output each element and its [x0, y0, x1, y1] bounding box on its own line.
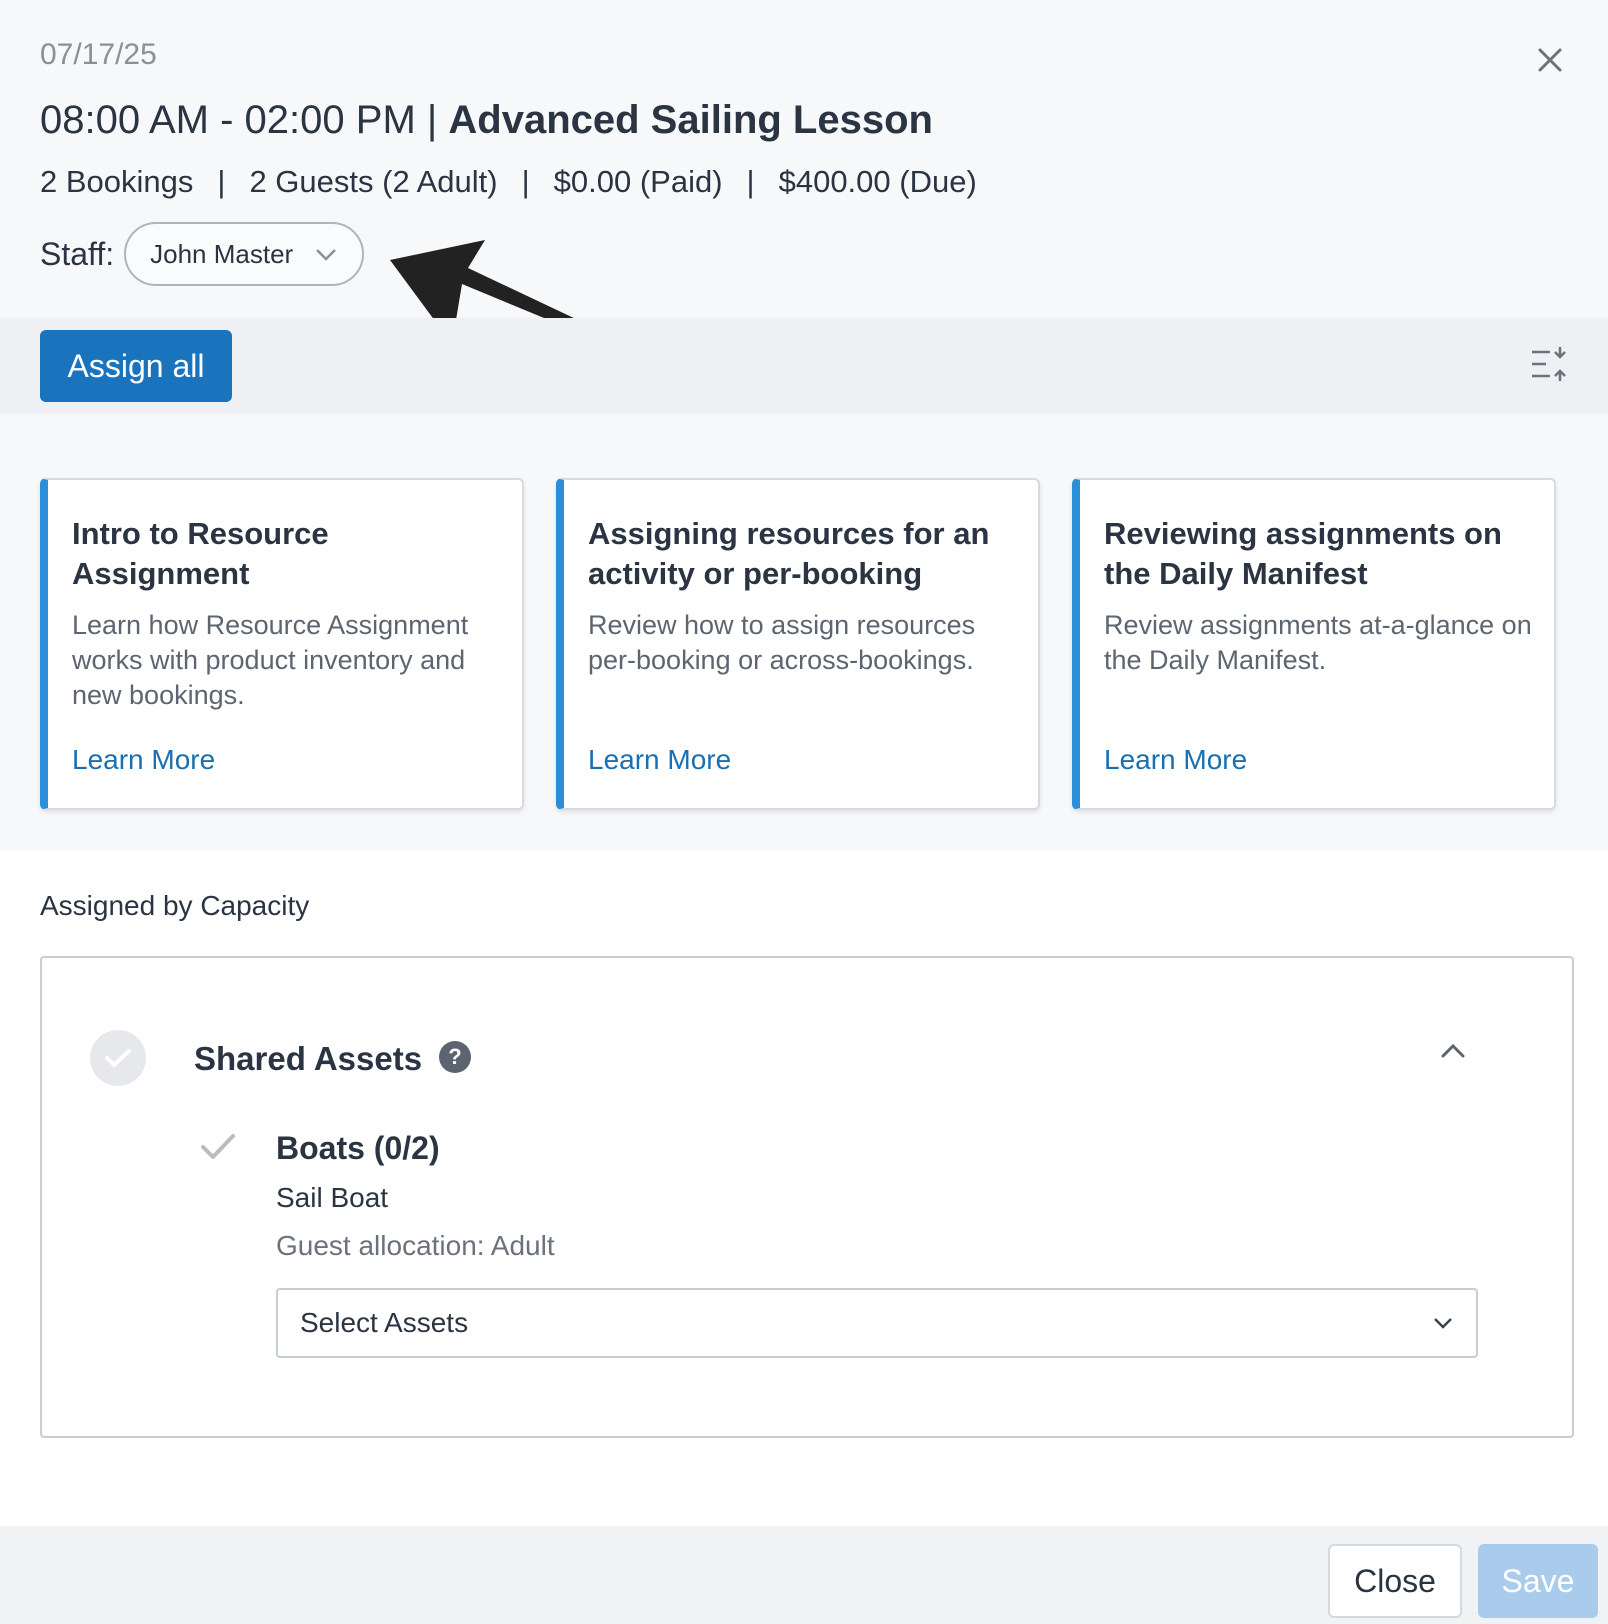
help-card: Intro to Resource Assignment Learn how R…: [40, 478, 524, 810]
shared-assets-panel: Shared Assets ? Boats (0/2) Sail Boat Gu…: [40, 956, 1574, 1438]
section-label: Assigned by Capacity: [40, 890, 310, 921]
staff-label: Staff:: [40, 235, 115, 272]
event-title: 08:00 AM - 02:00 PM | Advanced Sailing L…: [40, 98, 933, 143]
staff-row: Staff: John Master: [40, 222, 365, 286]
save-button[interactable]: Save: [1478, 1544, 1598, 1618]
help-cards-section: Intro to Resource Assignment Learn how R…: [0, 414, 1608, 850]
modal-footer: Close Save: [0, 1526, 1608, 1624]
paid-amount: $0.00 (Paid): [553, 164, 723, 199]
bookings-count: 2 Bookings: [40, 164, 194, 199]
help-card-description: Review assignments at-a-glance on the Da…: [1104, 610, 1532, 675]
assign-all-button[interactable]: Assign all: [40, 330, 232, 402]
guests-count: 2 Guests (2 Adult): [249, 164, 498, 199]
status-check-icon: [90, 1030, 146, 1086]
staff-value: John Master: [150, 238, 294, 269]
chevron-down-icon: [1434, 1318, 1452, 1329]
select-assets-dropdown[interactable]: Select Assets: [276, 1288, 1478, 1358]
group-title: Shared Assets: [194, 1040, 423, 1077]
help-icon[interactable]: ?: [438, 1040, 472, 1079]
help-card-description: Review how to assign resources per-booki…: [588, 610, 976, 675]
learn-more-link[interactable]: Learn More: [72, 744, 215, 776]
close-button[interactable]: Close: [1328, 1544, 1462, 1618]
guest-allocation: Guest allocation: Adult: [276, 1230, 555, 1261]
booking-summary: 2 Bookings | 2 Guests (2 Adult) | $0.00 (Pai…: [40, 164, 977, 200]
check-icon: [200, 1132, 236, 1167]
collapse-list-icon[interactable]: [1530, 346, 1570, 387]
help-card-title: Assigning resources for an activity or p…: [588, 516, 990, 591]
due-amount: $400.00 (Due): [778, 164, 977, 199]
summary-separator: |: [217, 164, 226, 199]
staff-dropdown[interactable]: John Master: [124, 222, 365, 286]
asset-type: Sail Boat: [276, 1182, 389, 1213]
chevron-up-icon[interactable]: [1440, 1042, 1466, 1065]
activity-name: Advanced Sailing Lesson: [448, 98, 933, 142]
help-card-description: Learn how Resource Assignment works with…: [72, 610, 469, 710]
chevron-down-icon: [316, 249, 337, 261]
help-card-title: Intro to Resource Assignment: [72, 516, 329, 591]
summary-separator: |: [746, 164, 755, 199]
learn-more-link[interactable]: Learn More: [588, 744, 731, 776]
close-icon[interactable]: [1530, 40, 1570, 80]
asset-name: Boats (0/2): [276, 1130, 440, 1166]
modal-header: 07/17/25 08:00 AM - 02:00 PM | Advanced …: [0, 0, 1608, 344]
help-card: Assigning resources for an activity or p…: [556, 478, 1040, 810]
learn-more-link[interactable]: Learn More: [1104, 744, 1247, 776]
toolbar: Assign all: [0, 318, 1608, 414]
svg-text:?: ?: [448, 1044, 461, 1069]
help-card-title: Reviewing assignments on the Daily Manif…: [1104, 516, 1502, 591]
select-assets-placeholder: Select Assets: [300, 1307, 469, 1338]
event-date: 07/17/25: [40, 38, 157, 71]
event-time-range: 08:00 AM - 02:00 PM |: [40, 98, 449, 142]
summary-separator: |: [521, 164, 530, 199]
help-card: Reviewing assignments on the Daily Manif…: [1072, 478, 1556, 810]
